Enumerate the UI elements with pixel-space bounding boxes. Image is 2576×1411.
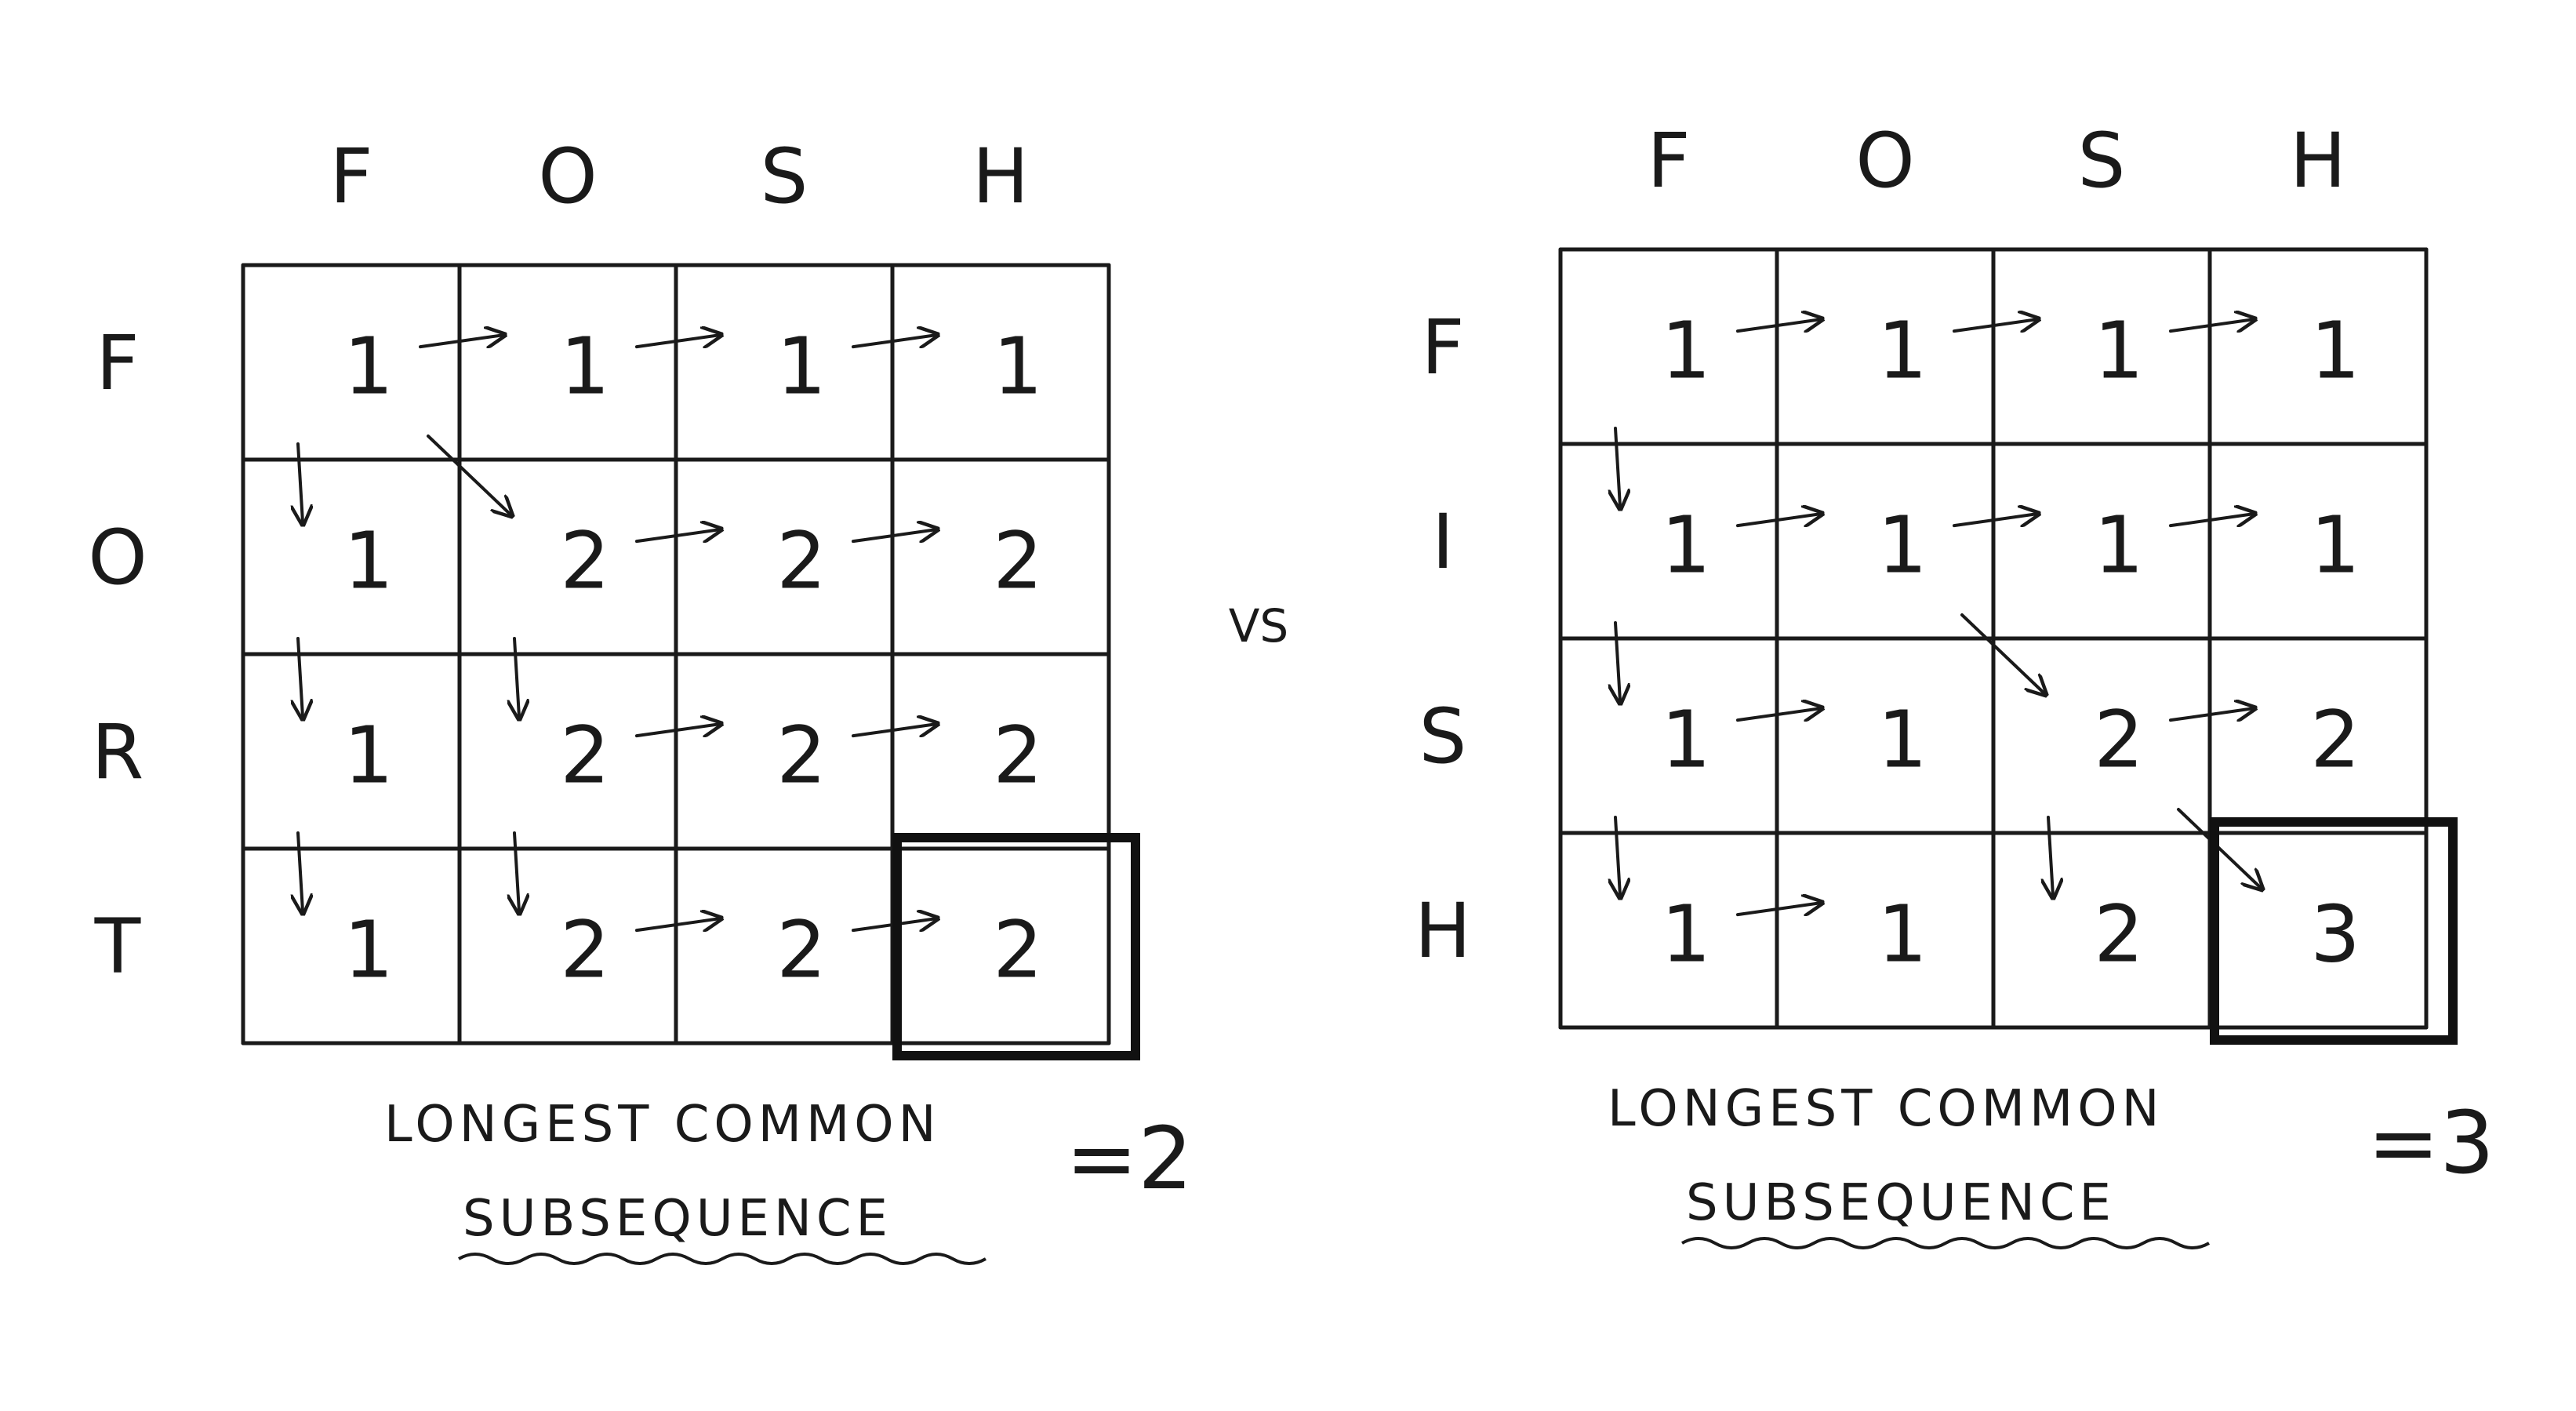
cell-value: 1: [343, 710, 394, 802]
arrow-down: [1615, 427, 1620, 507]
arrow-diag: [1960, 613, 2044, 693]
cell-value: 2: [993, 904, 1043, 996]
cell-value: 1: [2310, 500, 2360, 591]
wavy-underline: [458, 1253, 986, 1265]
arrow-down: [514, 637, 519, 717]
cell-value: 1: [1877, 500, 1927, 591]
column-letter: S: [761, 133, 808, 220]
cell-value: 1: [993, 321, 1043, 413]
cell-value: 2: [776, 710, 827, 802]
cell-value: 2: [776, 515, 827, 607]
cell-value: 1: [2094, 500, 2144, 591]
cell-value: 2: [560, 710, 610, 802]
cell-value: 1: [1661, 500, 1711, 591]
cell-value: 1: [1877, 305, 1927, 397]
column-letter: F: [1647, 117, 1690, 205]
lcs-result: =3: [2367, 1093, 2494, 1193]
cell-value: 1: [1661, 305, 1711, 397]
caption-line2: SUBSEQUENCE: [463, 1190, 892, 1248]
cell-value: 2: [993, 710, 1043, 802]
column-letter: H: [972, 133, 1029, 220]
lcs-result: =2: [1066, 1108, 1193, 1209]
cell-value: 2: [993, 515, 1043, 607]
caption-line2: SUBSEQUENCE: [1686, 1174, 2116, 1232]
fort-vs-fosh-grid: F O S H F O R T 1 1 1 1 1 2 2 2 1 2 2 2 1 2 2 2 LONGEST COMMON SU…: [88, 133, 1193, 1265]
cell-value: 1: [343, 904, 394, 996]
arrow-down: [514, 831, 519, 911]
row-letter: F: [96, 319, 139, 407]
cell-value: 3: [2310, 889, 2360, 980]
cell-value: 2: [776, 904, 827, 996]
row-letter: H: [1415, 887, 1471, 975]
arrow-down: [298, 637, 303, 717]
column-letter: S: [2078, 117, 2126, 205]
cell-value: 2: [560, 515, 610, 607]
row-letter: R: [92, 708, 144, 796]
row-letter: S: [1419, 693, 1467, 780]
column-letter: F: [329, 133, 372, 220]
arrow-down: [1615, 621, 1620, 701]
row-letter: T: [94, 903, 141, 991]
cell-value: 1: [776, 321, 827, 413]
column-letter: H: [2290, 117, 2346, 205]
cell-value: 2: [2094, 694, 2144, 786]
wavy-underline: [1681, 1237, 2210, 1249]
cell-value: 1: [2094, 305, 2144, 397]
cell-value: 1: [560, 321, 610, 413]
column-letter: O: [1855, 117, 1915, 205]
arrow-down: [298, 442, 303, 522]
fish-vs-fosh-grid: F O S H F I S H 1 1 1 1 1 1 1 1 1 1 2 2 1 1 2 3 LONGEST COMMON SU…: [1415, 117, 2494, 1249]
row-letter: O: [88, 514, 147, 602]
cell-value: 2: [2094, 889, 2144, 980]
cell-value: 1: [1877, 889, 1927, 980]
cell-value: 1: [343, 515, 394, 607]
arrow-down: [1615, 816, 1620, 896]
caption-line1: LONGEST COMMON: [384, 1096, 940, 1154]
cell-value: 1: [1877, 694, 1927, 786]
cell-value: 1: [1661, 694, 1711, 786]
cell-value: 1: [2310, 305, 2360, 397]
cell-value: 1: [1661, 889, 1711, 980]
caption-line1: LONGEST COMMON: [1608, 1080, 2164, 1138]
cell-value: 2: [560, 904, 610, 996]
arrow-down: [2048, 816, 2053, 896]
cell-value: 2: [2310, 694, 2360, 786]
lcs-comparison-diagram: F O S H F O R T 1 1 1 1 1 2 2 2 1 2 2 2 1 2 2 2 LONGEST COMMON SU…: [88, 117, 2494, 1265]
column-letter: O: [538, 133, 598, 220]
cell-value: 1: [343, 321, 394, 413]
row-letter: I: [1432, 498, 1454, 586]
row-letter: F: [1421, 304, 1464, 391]
vs-label: VS: [1229, 599, 1289, 653]
arrow-diag: [427, 435, 510, 515]
arrow-down: [298, 831, 303, 911]
